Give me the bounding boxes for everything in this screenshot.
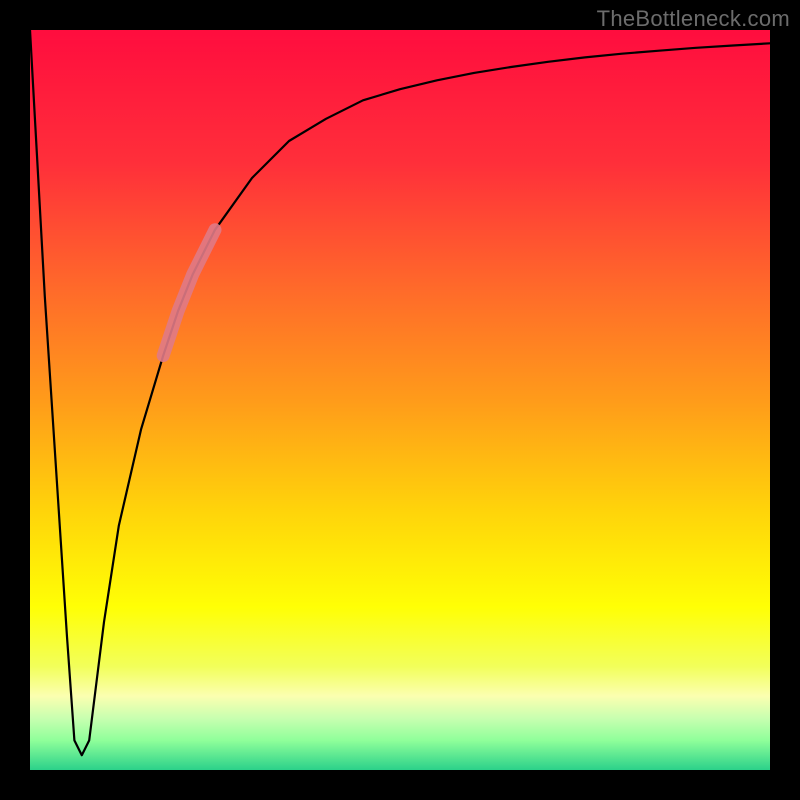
chart-frame: TheBottleneck.com [0, 0, 800, 800]
plot-area [30, 30, 770, 770]
watermark-text: TheBottleneck.com [597, 6, 790, 32]
highlight-segment [163, 230, 215, 356]
curve-layer [30, 30, 770, 770]
bottleneck-curve [30, 30, 770, 755]
